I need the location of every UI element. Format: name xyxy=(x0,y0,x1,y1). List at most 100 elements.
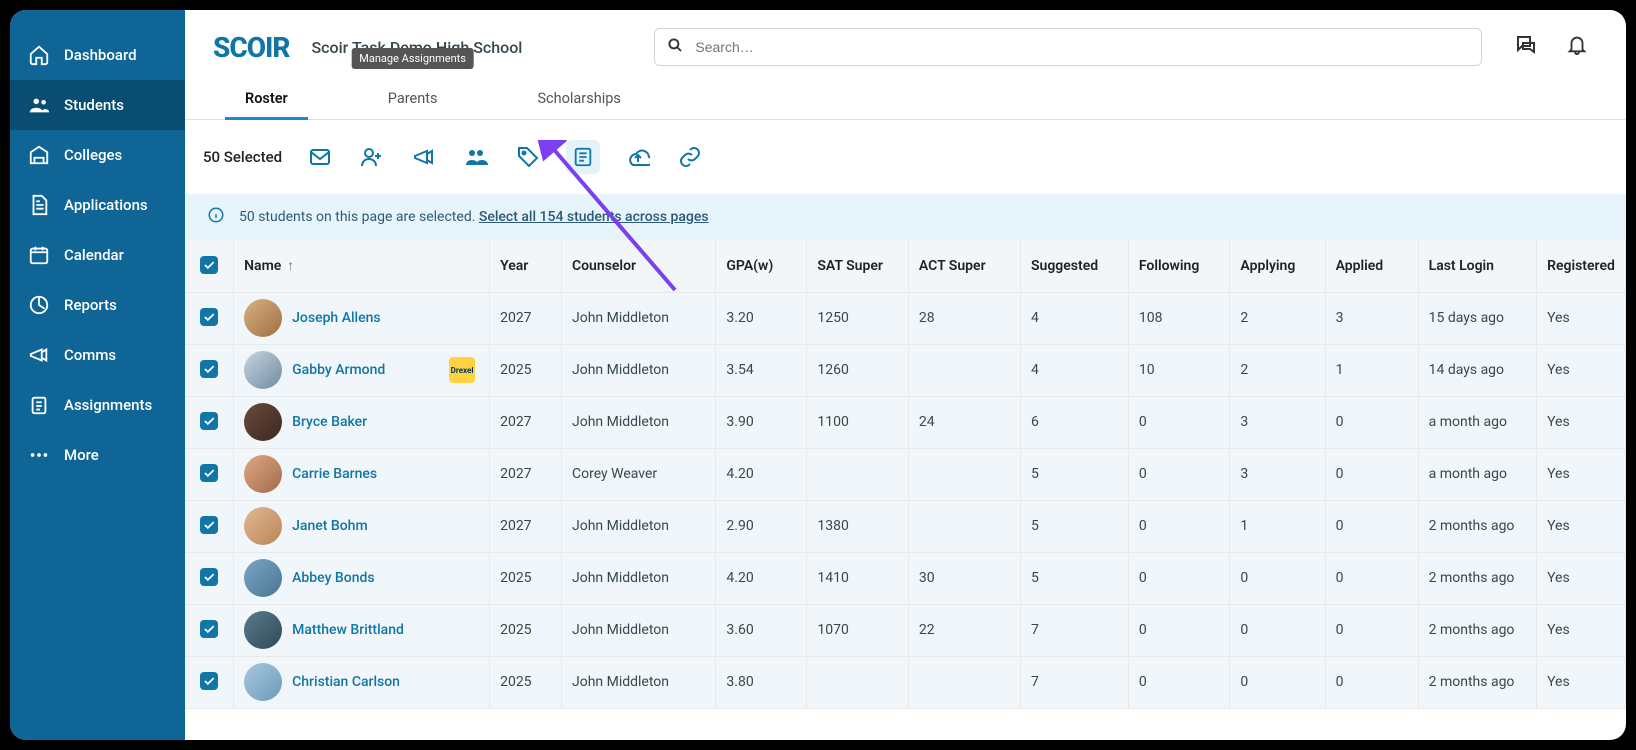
sidebar-item-reports[interactable]: Reports xyxy=(10,280,185,330)
col-header-counselor[interactable]: Counselor xyxy=(561,240,715,292)
sidebar-item-students[interactable]: Students xyxy=(10,80,185,130)
select-all-checkbox[interactable] xyxy=(200,256,218,274)
row-checkbox[interactable] xyxy=(200,620,218,638)
sidebar-item-calendar[interactable]: Calendar xyxy=(10,230,185,280)
cell-applying: 2 xyxy=(1230,344,1325,396)
cell-year: 2027 xyxy=(490,448,562,500)
manage-assignments-icon[interactable] xyxy=(566,140,600,174)
student-link[interactable]: Carrie Barnes xyxy=(292,466,377,482)
cell-gpa: 3.60 xyxy=(716,604,807,656)
col-header-year[interactable]: Year xyxy=(490,240,562,292)
row-checkbox[interactable] xyxy=(200,412,218,430)
tab-scholarships[interactable]: Scholarships xyxy=(537,78,620,119)
cell-login: 2 months ago xyxy=(1418,656,1536,708)
student-link[interactable]: Abbey Bonds xyxy=(292,570,374,586)
cell-counselor: John Middleton xyxy=(561,292,715,344)
row-checkbox[interactable] xyxy=(200,464,218,482)
row-checkbox[interactable] xyxy=(200,568,218,586)
student-link[interactable]: Gabby Armond xyxy=(292,362,385,378)
selected-count: 50 Selected xyxy=(203,148,282,166)
avatar xyxy=(244,351,282,389)
tab-label: Parents xyxy=(388,90,438,107)
cell-gpa: 4.20 xyxy=(716,552,807,604)
cell-gpa: 4.20 xyxy=(716,448,807,500)
cell-applied: 0 xyxy=(1325,656,1418,708)
cell-year: 2027 xyxy=(490,292,562,344)
cell-counselor: Corey Weaver xyxy=(561,448,715,500)
cell-registered: Yes xyxy=(1537,448,1626,500)
cell-login: 2 months ago xyxy=(1418,604,1536,656)
cell-following: 0 xyxy=(1128,500,1230,552)
col-header-gpa[interactable]: GPA(w) xyxy=(716,240,807,292)
sidebar-item-applications[interactable]: Applications xyxy=(10,180,185,230)
row-checkbox[interactable] xyxy=(200,308,218,326)
student-link[interactable]: Christian Carlson xyxy=(292,674,400,690)
add-user-icon[interactable] xyxy=(358,145,386,169)
calendar-icon xyxy=(28,244,50,266)
col-header-login[interactable]: Last Login xyxy=(1418,240,1536,292)
cell-counselor: John Middleton xyxy=(561,552,715,604)
table-row: Joseph Allens 2027 John Middleton 3.20 1… xyxy=(185,292,1626,344)
sidebar-item-assignments[interactable]: Assignments xyxy=(10,380,185,430)
sidebar-item-comms[interactable]: Comms xyxy=(10,330,185,380)
tab-parents[interactable]: Parents Manage Assignments xyxy=(388,78,438,119)
cell-following: 0 xyxy=(1128,656,1230,708)
cell-gpa: 3.80 xyxy=(716,656,807,708)
col-header-sat[interactable]: SAT Super xyxy=(807,240,909,292)
col-header-following[interactable]: Following xyxy=(1128,240,1230,292)
search-input[interactable] xyxy=(654,28,1482,66)
students-icon xyxy=(28,94,50,116)
cell-applying: 3 xyxy=(1230,448,1325,500)
cell-applying: 1 xyxy=(1230,500,1325,552)
chat-icon[interactable] xyxy=(1514,33,1538,61)
megaphone-icon xyxy=(28,344,50,366)
cell-following: 10 xyxy=(1128,344,1230,396)
tag-icon[interactable] xyxy=(514,145,542,169)
row-checkbox[interactable] xyxy=(200,360,218,378)
tab-roster[interactable]: Roster xyxy=(245,78,288,119)
cell-sat: 1380 xyxy=(807,500,909,552)
col-header-applied[interactable]: Applied xyxy=(1325,240,1418,292)
info-banner: 50 students on this page are selected. S… xyxy=(185,194,1626,240)
student-link[interactable]: Matthew Brittland xyxy=(292,622,404,638)
cell-sat: 1070 xyxy=(807,604,909,656)
sidebar-item-label: Colleges xyxy=(64,146,122,164)
cell-act: 22 xyxy=(908,604,1020,656)
col-header-suggested[interactable]: Suggested xyxy=(1020,240,1128,292)
student-link[interactable]: Janet Bohm xyxy=(292,518,368,534)
col-header-applying[interactable]: Applying xyxy=(1230,240,1325,292)
link-icon[interactable] xyxy=(676,145,704,169)
cell-applied: 0 xyxy=(1325,448,1418,500)
select-all-link[interactable]: Select all 154 students across pages xyxy=(479,209,709,225)
cell-sat: 1410 xyxy=(807,552,909,604)
student-link[interactable]: Bryce Baker xyxy=(292,414,367,430)
upload-icon[interactable] xyxy=(624,145,652,169)
cell-year: 2025 xyxy=(490,552,562,604)
student-link[interactable]: Joseph Allens xyxy=(292,310,380,326)
sidebar-item-more[interactable]: More xyxy=(10,430,185,480)
cell-sat xyxy=(807,448,909,500)
colleges-icon xyxy=(28,144,50,166)
cell-following: 0 xyxy=(1128,448,1230,500)
bell-icon[interactable] xyxy=(1566,33,1588,61)
cell-sat: 1100 xyxy=(807,396,909,448)
sidebar-item-dashboard[interactable]: Dashboard xyxy=(10,30,185,80)
group-icon[interactable] xyxy=(462,145,490,169)
col-header-registered[interactable]: Registered xyxy=(1537,240,1626,292)
reports-icon xyxy=(28,294,50,316)
cell-following: 0 xyxy=(1128,604,1230,656)
cell-login: 15 days ago xyxy=(1418,292,1536,344)
avatar xyxy=(244,403,282,441)
sidebar-item-label: Students xyxy=(64,96,124,114)
cell-act xyxy=(908,344,1020,396)
cell-year: 2027 xyxy=(490,396,562,448)
announce-icon[interactable] xyxy=(410,145,438,169)
cell-applied: 3 xyxy=(1325,292,1418,344)
message-icon[interactable] xyxy=(306,145,334,169)
col-header-act[interactable]: ACT Super xyxy=(908,240,1020,292)
search-icon xyxy=(666,36,684,58)
row-checkbox[interactable] xyxy=(200,516,218,534)
row-checkbox[interactable] xyxy=(200,672,218,690)
col-header-name[interactable]: Name↑ xyxy=(234,240,490,292)
sidebar-item-colleges[interactable]: Colleges xyxy=(10,130,185,180)
